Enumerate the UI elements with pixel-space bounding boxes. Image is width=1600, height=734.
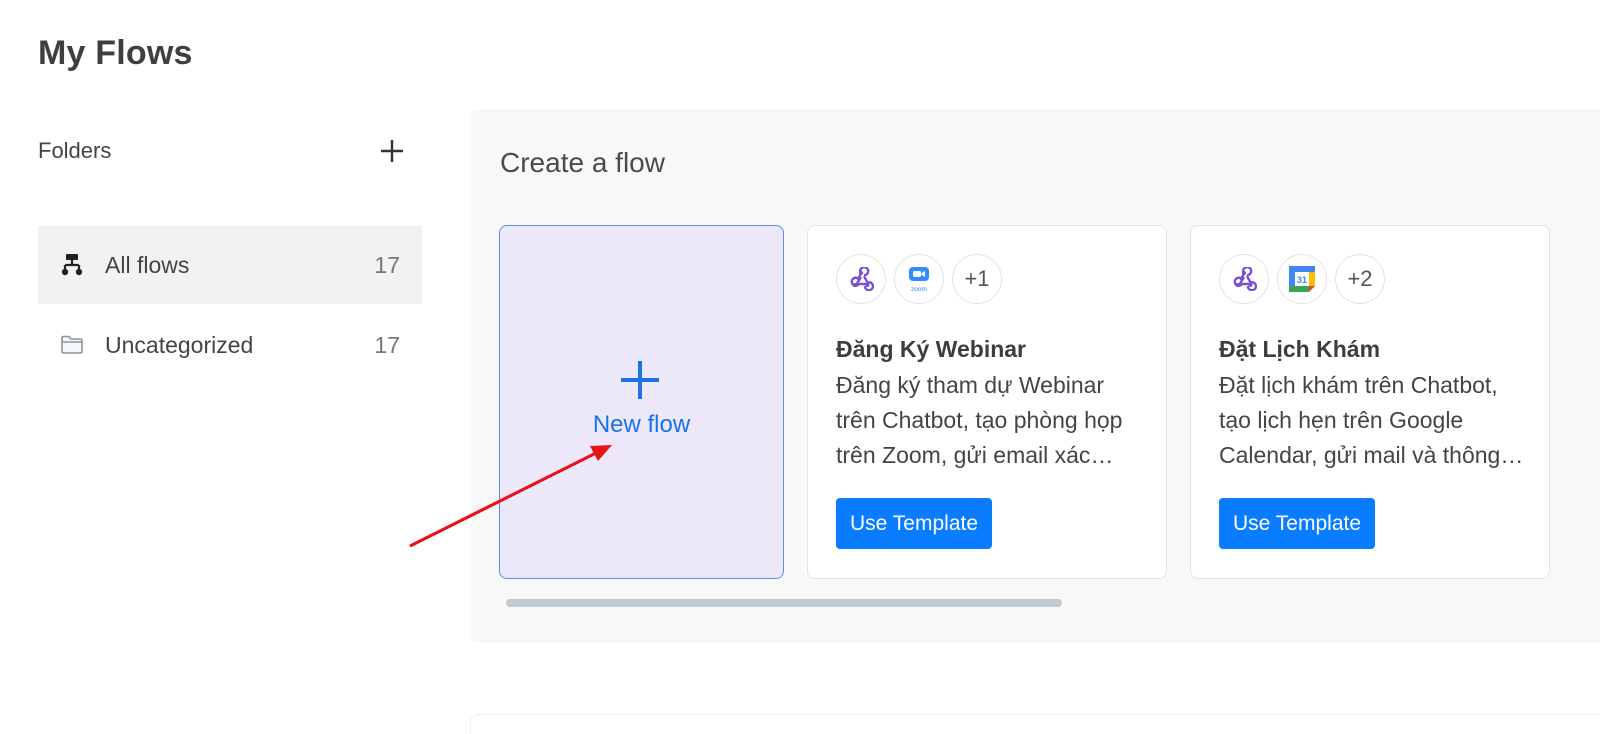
template-description: Đăng ký tham dự Webinar trên Chatbot, tạ…: [836, 372, 1123, 468]
more-apps-badge: +1: [952, 254, 1002, 304]
webhook-icon: [1219, 254, 1269, 304]
plus-icon: [381, 140, 403, 162]
zoom-icon-text: zoom: [911, 286, 927, 293]
folders-label: Folders: [38, 138, 112, 163]
horizontal-scrollbar[interactable]: [506, 599, 1062, 607]
folder-name: All flows: [105, 251, 190, 278]
folder-list: All flows 17 Uncategorized 17: [38, 226, 422, 386]
create-flow-panel: Create a flow New flow zoom +1 Đăng Ký W…: [470, 109, 1600, 643]
template-description: Đặt lịch khám trên Chatbot, tạo lịch hẹn…: [1219, 372, 1501, 468]
use-template-button[interactable]: Use Template: [1219, 498, 1376, 549]
folder-name: Uncategorized: [105, 331, 254, 358]
app-icons: zoom +1: [836, 254, 1002, 304]
folder-item-uncategorized[interactable]: Uncategorized 17: [38, 306, 422, 384]
page-title: My Flows: [38, 34, 193, 72]
use-template-button[interactable]: Use Template: [836, 498, 993, 549]
google-calendar-icon: 31: [1277, 254, 1327, 304]
template-title: Đặt Lịch Khám: [1219, 336, 1381, 362]
more-apps-badge: +2: [1335, 254, 1385, 304]
app-icons: 31 +2: [1219, 254, 1385, 304]
create-flow-title: Create a flow: [500, 147, 665, 178]
calendar-icon-text: 31: [1297, 275, 1307, 285]
folder-item-all-flows[interactable]: All flows 17: [38, 226, 422, 304]
folder-count: 17: [374, 331, 400, 358]
folder-count: 17: [374, 251, 400, 278]
next-section-panel: [470, 714, 1600, 734]
template-title: Đăng Ký Webinar: [836, 336, 1026, 362]
folders-header: Folders: [38, 134, 408, 168]
flow-tree-icon: [60, 253, 84, 277]
zoom-icon: zoom: [894, 254, 944, 304]
folder-icon: [60, 333, 84, 357]
webhook-icon: [836, 254, 886, 304]
new-flow-label: New flow: [592, 411, 691, 438]
add-folder-button[interactable]: [376, 135, 408, 167]
template-card-webinar: zoom +1 Đăng Ký Webinar Đăng ký tham dự …: [807, 225, 1167, 579]
plus-icon: [621, 361, 659, 399]
new-flow-card[interactable]: New flow: [499, 225, 784, 579]
template-card-appointment: 31 +2 Đặt Lịch Khám Đặt lịch khám trên C…: [1190, 225, 1550, 579]
